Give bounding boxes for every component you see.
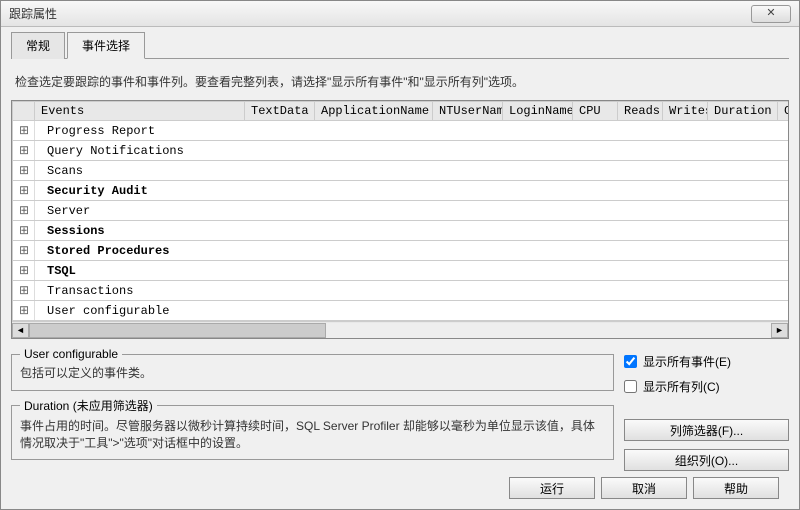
titlebar: 跟踪属性 ✕ <box>1 1 799 27</box>
groupbox-legend: Duration (未应用筛选器) <box>20 397 157 414</box>
checkbox-show-all-events[interactable]: 显示所有事件(E) <box>624 353 789 370</box>
horizontal-scrollbar[interactable]: ◄ ► <box>12 321 788 338</box>
col-appname[interactable]: ApplicationName <box>315 102 433 121</box>
scroll-track[interactable] <box>29 323 771 338</box>
header-row: Events TextData ApplicationName NTUserNa… <box>13 102 789 121</box>
table-row[interactable]: ⊞Stored Procedures <box>13 241 789 261</box>
events-grid: Events TextData ApplicationName NTUserNa… <box>11 100 789 339</box>
event-name-cell[interactable]: Sessions <box>35 221 789 241</box>
table-row[interactable]: ⊞Transactions <box>13 281 789 301</box>
expand-icon[interactable]: ⊞ <box>13 121 35 141</box>
event-name-cell[interactable]: TSQL <box>35 261 789 281</box>
col-login[interactable]: LoginName <box>503 102 573 121</box>
table-row[interactable]: ⊞User configurable <box>13 301 789 321</box>
event-name-cell[interactable]: Progress Report <box>35 121 789 141</box>
dialog-buttons: 运行 取消 帮助 <box>11 471 789 499</box>
groupbox-duration: Duration (未应用筛选器) 事件占用的时间。尽管服务器以微秒计算持续时间… <box>11 397 614 461</box>
table-row[interactable]: ⊞Sessions <box>13 221 789 241</box>
event-name-cell[interactable]: Stored Procedures <box>35 241 789 261</box>
scroll-thumb[interactable] <box>29 323 326 338</box>
checkbox-label: 显示所有事件(E) <box>643 353 731 370</box>
expand-icon[interactable]: ⊞ <box>13 281 35 301</box>
col-writes[interactable]: Writes <box>663 102 708 121</box>
column-filter-button[interactable]: 列筛选器(F)... <box>624 419 789 441</box>
table-row[interactable]: ⊞Progress Report <box>13 121 789 141</box>
event-name-cell[interactable]: User configurable <box>35 301 789 321</box>
table-row[interactable]: ⊞TSQL <box>13 261 789 281</box>
lower-panel: User configurable 包括可以定义的事件类。 Duration (… <box>11 347 789 471</box>
expand-icon[interactable]: ⊞ <box>13 221 35 241</box>
scroll-left-icon[interactable]: ◄ <box>12 323 29 338</box>
col-clientp[interactable]: ClientP <box>778 102 789 121</box>
col-expander <box>13 102 35 121</box>
content-area: 常规 事件选择 检查选定要跟踪的事件和事件列。要查看完整列表，请选择"显示所有事… <box>1 27 799 509</box>
event-name-cell[interactable]: Query Notifications <box>35 141 789 161</box>
expand-icon[interactable]: ⊞ <box>13 201 35 221</box>
instruction-text: 检查选定要跟踪的事件和事件列。要查看完整列表，请选择"显示所有事件"和"显示所有… <box>15 73 785 90</box>
scroll-right-icon[interactable]: ► <box>771 323 788 338</box>
expand-icon[interactable]: ⊞ <box>13 141 35 161</box>
col-reads[interactable]: Reads <box>618 102 663 121</box>
groupbox-desc: 包括可以定义的事件类。 <box>20 365 605 382</box>
expand-icon[interactable]: ⊞ <box>13 241 35 261</box>
organize-columns-button[interactable]: 组织列(O)... <box>624 449 789 471</box>
descriptions-column: User configurable 包括可以定义的事件类。 Duration (… <box>11 347 614 471</box>
run-button[interactable]: 运行 <box>509 477 595 499</box>
expand-icon[interactable]: ⊞ <box>13 301 35 321</box>
checkbox-show-all-columns[interactable]: 显示所有列(C) <box>624 378 789 395</box>
tab-general[interactable]: 常规 <box>11 32 65 59</box>
window-title: 跟踪属性 <box>9 5 57 22</box>
event-name-cell[interactable]: Security Audit <box>35 181 789 201</box>
dialog-window: 跟踪属性 ✕ 常规 事件选择 检查选定要跟踪的事件和事件列。要查看完整列表，请选… <box>0 0 800 510</box>
col-events[interactable]: Events <box>35 102 245 121</box>
expand-icon[interactable]: ⊞ <box>13 261 35 281</box>
table-row[interactable]: ⊞Server <box>13 201 789 221</box>
groupbox-user-configurable: User configurable 包括可以定义的事件类。 <box>11 347 614 391</box>
cancel-button[interactable]: 取消 <box>601 477 687 499</box>
col-ntuser[interactable]: NTUserName <box>433 102 503 121</box>
event-name-cell[interactable]: Server <box>35 201 789 221</box>
table-row[interactable]: ⊞Security Audit <box>13 181 789 201</box>
col-duration[interactable]: Duration <box>708 102 778 121</box>
event-name-cell[interactable]: Scans <box>35 161 789 181</box>
event-name-cell[interactable]: Transactions <box>35 281 789 301</box>
close-button[interactable]: ✕ <box>751 5 791 23</box>
table-row[interactable]: ⊞Query Notifications <box>13 141 789 161</box>
events-table[interactable]: Events TextData ApplicationName NTUserNa… <box>12 101 788 321</box>
help-button[interactable]: 帮助 <box>693 477 779 499</box>
col-textdata[interactable]: TextData <box>245 102 315 121</box>
table-row[interactable]: ⊞Scans <box>13 161 789 181</box>
expand-icon[interactable]: ⊞ <box>13 161 35 181</box>
tab-strip: 常规 事件选择 <box>11 31 789 59</box>
options-column: 显示所有事件(E) 显示所有列(C) 列筛选器(F)... 组织列(O)... <box>624 347 789 471</box>
checkbox-input[interactable] <box>624 380 637 393</box>
groupbox-desc: 事件占用的时间。尽管服务器以微秒计算持续时间，SQL Server Profil… <box>20 418 605 452</box>
col-cpu[interactable]: CPU <box>573 102 618 121</box>
checkbox-label: 显示所有列(C) <box>643 378 720 395</box>
tab-event-selection[interactable]: 事件选择 <box>67 32 145 59</box>
groupbox-legend: User configurable <box>20 347 122 361</box>
expand-icon[interactable]: ⊞ <box>13 181 35 201</box>
checkbox-input[interactable] <box>624 355 637 368</box>
